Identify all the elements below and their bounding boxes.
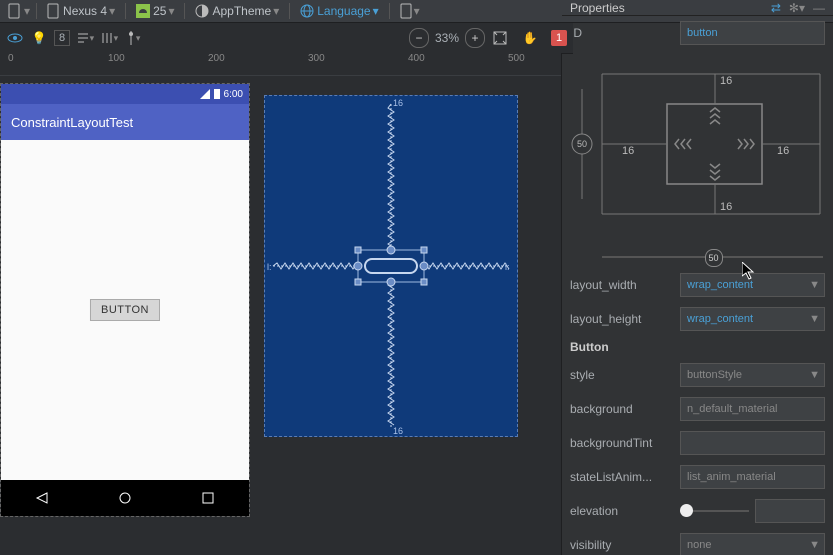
device-orientation-icon[interactable]: [4, 3, 24, 19]
minimize-icon[interactable]: —: [813, 1, 825, 15]
elevation-field[interactable]: [755, 499, 825, 523]
visibility-field[interactable]: none▼: [680, 533, 825, 555]
background-field[interactable]: n_default_material: [680, 397, 825, 421]
background-label: background: [570, 402, 680, 416]
palette-size[interactable]: 8: [54, 30, 70, 46]
blueprint-view[interactable]: 16 16 l: l:: [264, 95, 518, 437]
button-section: Button: [562, 336, 833, 358]
zoom-fit-icon[interactable]: [491, 29, 509, 47]
toggle-view-icon[interactable]: ⇄: [771, 1, 781, 15]
layout-width-label: layout_width: [570, 278, 680, 292]
distribute-icon[interactable]: ▾: [100, 29, 118, 47]
design-toolbar: 💡 8 ▾ ▾ ▾ − 33% + ✋ 1: [0, 23, 573, 54]
properties-header: Properties ⇄ ✻▾ —: [562, 1, 833, 16]
statelistanim-field[interactable]: list_anim_material: [680, 465, 825, 489]
bp-margin-top: 16: [393, 98, 403, 108]
layout-width-field[interactable]: wrap_content▼: [680, 273, 825, 297]
zoom-percent: 33%: [435, 31, 459, 45]
elevation-slider[interactable]: [680, 510, 749, 512]
preview-button-widget[interactable]: BUTTON: [90, 299, 160, 321]
id-field[interactable]: button: [680, 21, 825, 45]
backgroundtint-label: backgroundTint: [570, 436, 680, 450]
design-surface: 💡 8 ▾ ▾ ▾ − 33% + ✋ 1 0 100 200 300 400 …: [0, 23, 562, 555]
warnings-badge[interactable]: 1: [551, 30, 567, 46]
cl: 16: [622, 145, 634, 157]
eye-icon[interactable]: [6, 29, 24, 47]
lightbulb-icon[interactable]: 💡: [30, 29, 48, 47]
device-navbar: [1, 480, 249, 516]
guideline-icon[interactable]: ▾: [124, 29, 142, 47]
backgroundtint-field[interactable]: [680, 431, 825, 455]
cr: 16: [777, 145, 789, 157]
device-appbar: ConstraintLayoutTest: [1, 104, 249, 140]
settings-icon[interactable]: ✻▾: [789, 1, 805, 15]
elevation-label: elevation: [570, 504, 680, 518]
bp-label-left: l:: [267, 262, 272, 272]
zoom-out-button[interactable]: −: [409, 28, 429, 48]
variant-icon[interactable]: ▾: [396, 3, 424, 19]
visibility-label: visibility: [570, 538, 680, 552]
device-selector[interactable]: Nexus 4▾: [43, 3, 119, 19]
device-preview[interactable]: 6:00 ConstraintLayoutTest BUTTON: [0, 83, 250, 517]
style-field[interactable]: buttonStyle▼: [680, 363, 825, 387]
hbias-slider[interactable]: 50: [602, 256, 823, 258]
bp-label-right: l:: [505, 262, 510, 272]
ct: 16: [720, 75, 732, 87]
layout-height-field[interactable]: wrap_content▼: [680, 307, 825, 331]
layout-height-label: layout_height: [570, 312, 680, 326]
api-selector[interactable]: 25▾: [132, 4, 178, 18]
id-label: ID: [570, 26, 680, 40]
bp-margin-bottom: 16: [393, 426, 403, 436]
zoom-in-button[interactable]: +: [465, 28, 485, 48]
hbias-thumb[interactable]: 50: [705, 249, 723, 267]
theme-selector[interactable]: AppTheme▾: [191, 4, 283, 18]
constraint-inspector[interactable]: 50 16 16 16 16 50: [562, 54, 833, 264]
horizontal-ruler: 0 100 200 300 400 500: [0, 53, 561, 76]
align-icon[interactable]: ▾: [76, 29, 94, 47]
pan-icon[interactable]: ✋: [521, 29, 539, 47]
language-selector[interactable]: Language▾: [296, 4, 382, 18]
statelistanim-label: stateListAnim...: [570, 470, 680, 484]
device-content[interactable]: BUTTON: [1, 140, 249, 480]
cb: 16: [720, 201, 732, 213]
vbias: 50: [577, 139, 587, 149]
style-label: style: [570, 368, 680, 382]
properties-panel: Properties ⇄ ✻▾ — ID button: [562, 23, 833, 555]
device-statusbar: 6:00: [1, 84, 249, 104]
